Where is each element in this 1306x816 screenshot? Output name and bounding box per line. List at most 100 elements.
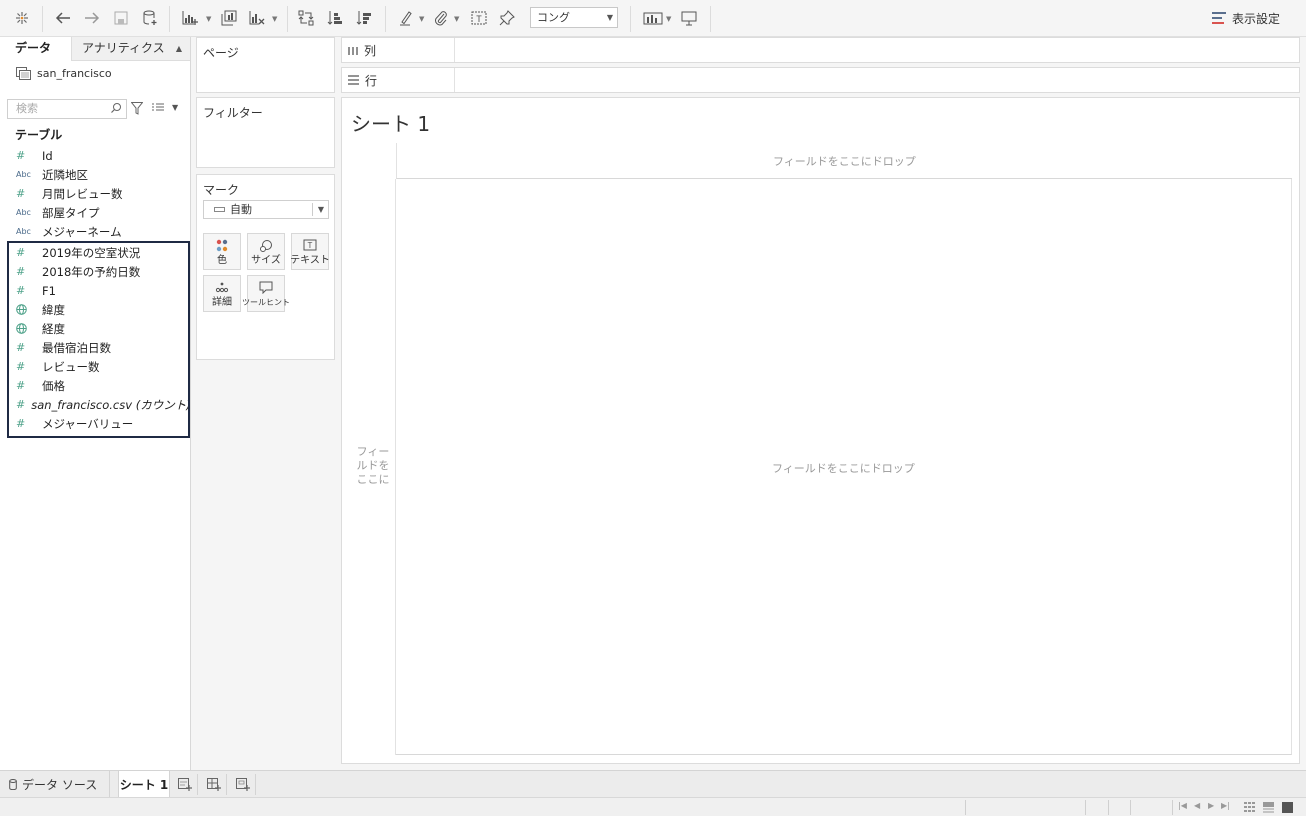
text-button[interactable]: T テキスト [290,233,330,270]
chevron-down-icon[interactable]: ▼ [666,15,671,23]
sort-descending-icon[interactable] [354,6,374,30]
dimension-type-icon: Abc [16,170,31,179]
size-icon [260,240,272,252]
clear-sheet-icon[interactable] [246,6,268,30]
field-name: 月間レビュー数 [42,186,123,201]
fit-select[interactable]: コング ▼ [530,7,618,28]
sort-ascending-icon[interactable] [325,6,345,30]
tab-data[interactable]: データ [0,37,71,61]
data-source-tab-label: データ ソース [22,777,98,792]
chevron-down-icon[interactable]: ▼ [419,15,424,23]
size-label: サイズ [251,255,281,266]
new-worksheet-tab-icon[interactable] [172,774,198,795]
new-story-tab-icon[interactable] [230,774,256,795]
columns-shelf[interactable]: 列 [341,37,1300,63]
filter-icon[interactable] [131,102,143,115]
tab-analytics-label: アナリティクス [82,41,165,55]
field-name: 近隣地区 [42,167,88,182]
dimension-type-icon: Abc [16,227,31,236]
tab-data-source[interactable]: データ ソース [0,771,110,797]
tooltip-label: ツールヒント [242,298,290,307]
status-separator [1130,800,1131,815]
field-item[interactable]: Abc 部屋タイプ [16,203,188,222]
tooltip-button[interactable]: ツールヒント [242,275,290,312]
prev-sheet-icon[interactable]: ◀ [1194,801,1200,810]
highlight-icon[interactable] [396,6,416,30]
color-button[interactable]: 色 [203,233,241,270]
tables-heading: テーブル [15,128,63,142]
filmstrip-icon[interactable] [1263,802,1274,813]
rows-icon [348,75,359,85]
new-worksheet-icon[interactable] [179,6,201,30]
filters-shelf[interactable]: フィルター [196,97,335,168]
next-sheet-icon[interactable]: ▶ [1208,801,1214,810]
datasource-item[interactable]: san_francisco [16,67,112,80]
status-bar: |◀ ◀ ▶ ▶| [0,797,1306,816]
columns-shelf-label: 列 [342,38,455,62]
pane-tabs: データ アナリティクス ▲ [0,37,190,61]
text-icon: T [303,239,317,251]
label-icon[interactable]: T [469,6,489,30]
svg-text:T: T [476,14,482,24]
measure-type-icon: # [16,149,26,162]
status-separator [1085,800,1086,815]
swap-icon[interactable] [296,6,316,30]
tab-sheet-1[interactable]: シート 1 [118,771,170,797]
field-name: 部屋タイプ [42,205,100,220]
status-separator [965,800,966,815]
search-placeholder: 検索 [16,102,38,115]
chevron-down-icon[interactable]: ▼ [454,15,459,23]
selection-highlight-box [7,241,190,438]
fit-select-value: コング [537,11,570,24]
first-sheet-icon[interactable]: |◀ [1178,801,1187,810]
save-icon[interactable] [111,6,131,30]
toolbar-separator [630,6,631,32]
field-item[interactable]: Abc 近隣地区 [16,165,188,184]
rows-shelf[interactable]: 行 [341,67,1300,93]
presentation-icon[interactable] [679,6,699,30]
chevron-down-icon: ▼ [317,205,324,214]
divider [312,203,313,216]
search-input[interactable]: 検索 [7,99,127,119]
undo-icon[interactable] [52,6,74,30]
field-name: Id [42,148,53,163]
tab-analytics[interactable]: アナリティクス ▲ [71,37,190,61]
new-dashboard-tab-icon[interactable] [201,774,227,795]
drop-zone-view[interactable]: フィールドをここにドロップ [396,179,1292,755]
mark-type-select[interactable]: 自動 ▼ [203,200,329,219]
up-down-icon: ▲ [175,44,182,53]
field-item[interactable]: Abc メジャーネーム [16,222,188,241]
display-settings-button[interactable]: 表示設定 [1211,9,1280,27]
chevron-down-icon[interactable]: ▼ [272,15,277,23]
sheet-title[interactable]: シート 1 [351,108,430,137]
redo-icon[interactable] [81,6,103,30]
list-view-icon[interactable] [152,103,164,113]
status-separator [1108,800,1109,815]
drop-zone-columns[interactable]: フィールドをここにドロップ [396,143,1292,179]
detail-button[interactable]: 詳細 [203,275,241,312]
tabs-view-icon[interactable] [1282,802,1293,813]
rows-label: 行 [365,73,378,88]
field-item[interactable]: # 月間レビュー数 [16,184,188,203]
columns-icon [348,47,358,55]
toolbar-separator [287,6,288,32]
toolbar-separator [385,6,386,32]
tooltip-icon [259,281,273,294]
mark-type-value: 自動 [230,203,252,216]
sheet-sorter-icon[interactable] [1244,802,1255,813]
size-button[interactable]: サイズ [247,233,285,270]
new-datasource-icon[interactable] [140,6,160,30]
duplicate-sheet-icon[interactable] [218,6,240,30]
mark-type-icon [214,207,225,212]
last-sheet-icon[interactable]: ▶| [1221,801,1230,810]
marks-card: マーク 自動 ▼ 色 サイズ T テキスト 詳細 ツールヒント [196,174,335,360]
chevron-down-icon[interactable]: ▼ [172,103,178,112]
show-me-icon[interactable] [641,6,665,30]
field-item[interactable]: # Id [16,146,188,165]
group-icon[interactable] [431,6,451,30]
chevron-down-icon[interactable]: ▼ [206,15,211,23]
tableau-logo-icon[interactable] [12,6,32,30]
detail-label: 詳細 [212,297,232,308]
pages-shelf[interactable]: ページ [196,37,335,93]
pin-icon[interactable] [497,6,517,30]
